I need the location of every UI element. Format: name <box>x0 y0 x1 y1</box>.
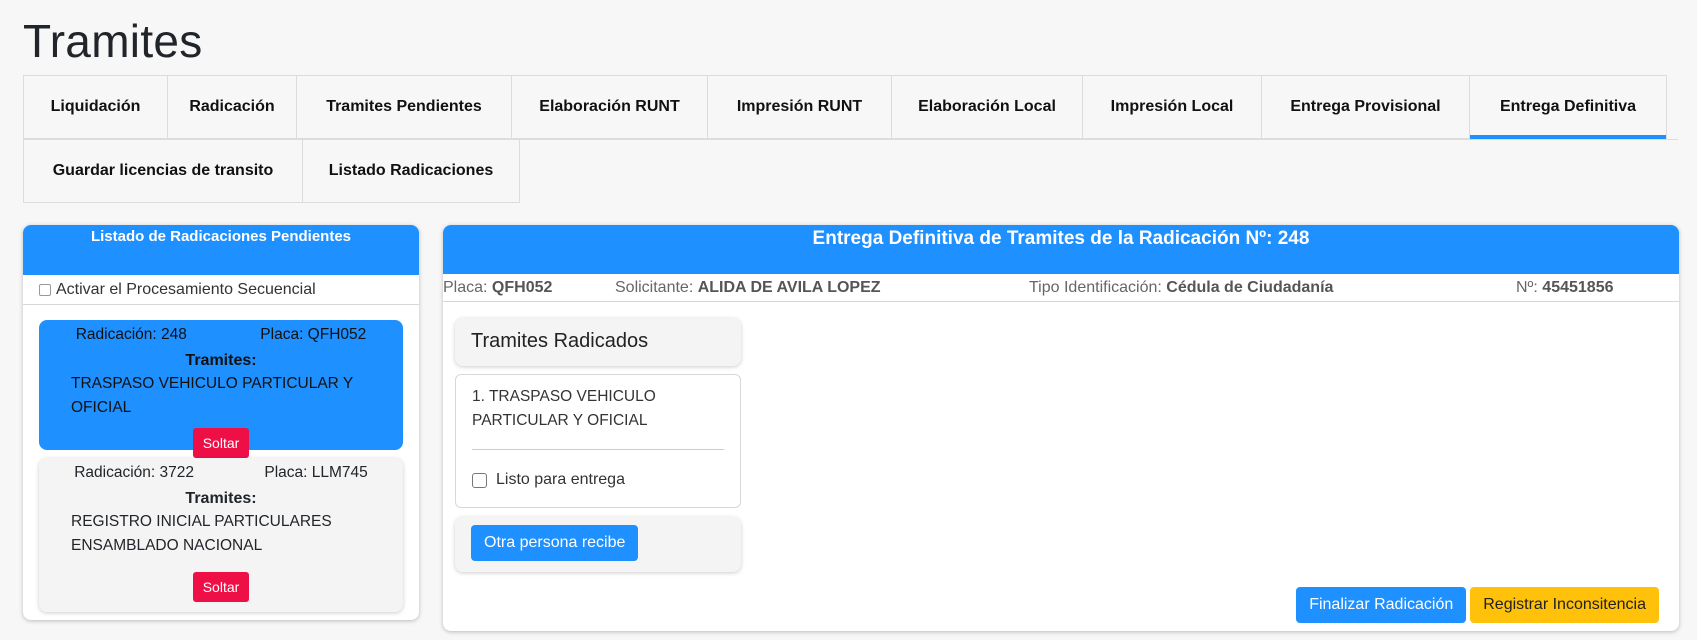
info-placa-label: Placa: <box>443 279 488 296</box>
info-numero: Nº: 45451856 <box>1516 279 1613 297</box>
entrega-panel-header: Entrega Definitiva de Tramites de la Rad… <box>443 225 1679 274</box>
tab-tramites-pendientes[interactable]: Tramites Pendientes <box>296 75 512 139</box>
info-tipo-identificacion: Tipo Identificación: Cédula de Ciudadaní… <box>1029 279 1333 297</box>
info-placa: Placa: QFH052 <box>443 279 552 297</box>
soltar-button[interactable]: Soltar <box>192 572 250 602</box>
radicacion-card[interactable]: Radicación: 3722 Placa: LLM745 Tramites:… <box>39 458 403 612</box>
sequential-processing-toggle[interactable]: Activar el Procesamiento Secuencial <box>23 275 419 305</box>
listo-entrega-label: Listo para entrega <box>496 471 625 488</box>
pending-radicaciones-panel: Listado de Radicaciones Pendientes Activ… <box>23 225 419 620</box>
tramites-radicados-title: Tramites Radicados <box>455 318 741 366</box>
info-numero-value: 45451856 <box>1542 279 1614 296</box>
card-placa: Placa: QFH052 <box>260 326 367 343</box>
info-tipo-value: Cédula de Ciudadanía <box>1166 279 1334 296</box>
info-placa-value: QFH052 <box>491 279 553 296</box>
card-tramites-text: REGISTRO INICIAL PARTICULARES ENSAMBLADO… <box>71 513 332 554</box>
pending-panel-header: Listado de Radicaciones Pendientes <box>23 225 419 275</box>
card-tramites-label: Tramites: <box>185 490 257 507</box>
tab-listado-radicaciones[interactable]: Listado Radicaciones <box>302 139 520 203</box>
otra-persona-card: Otra persona recibe <box>455 517 741 572</box>
entrega-definitiva-panel: Entrega Definitiva de Tramites de la Rad… <box>443 225 1679 631</box>
info-numero-label: Nº: <box>1516 279 1538 296</box>
divider <box>472 449 724 450</box>
tramite-item-text: 1. TRASPASO VEHICULO PARTICULAR Y OFICIA… <box>472 388 656 429</box>
card-radicacion: Radicación: 3722 <box>74 464 194 481</box>
info-solicitante: Solicitante: ALIDA DE AVILA LOPEZ <box>615 279 881 297</box>
radicacion-card-selected[interactable]: Radicación: 248 Placa: QFH052 Tramites: … <box>39 320 403 458</box>
tab-entrega-provisional[interactable]: Entrega Provisional <box>1261 75 1470 139</box>
tab-liquidacion[interactable]: Liquidación <box>23 75 168 139</box>
listo-entrega-toggle[interactable]: Listo para entrega <box>472 468 724 492</box>
otra-persona-button[interactable]: Otra persona recibe <box>471 525 639 561</box>
card-placa: Placa: LLM745 <box>264 464 368 481</box>
card-radicacion: Radicación: 248 <box>75 326 187 343</box>
tab-impresion-local[interactable]: Impresión Local <box>1082 75 1262 139</box>
tab-bar: Liquidación Radicación Tramites Pendient… <box>23 75 1678 204</box>
registrar-inconsistencia-button[interactable]: Registrar Inconsitencia <box>1470 587 1659 623</box>
listo-entrega-checkbox[interactable] <box>472 472 487 488</box>
tab-elaboracion-runt[interactable]: Elaboración RUNT <box>511 75 708 139</box>
soltar-button[interactable]: Soltar <box>192 428 250 458</box>
sequential-checkbox[interactable] <box>39 283 51 296</box>
panel-actions: Finalizar Radicación Registrar Inconsite… <box>1296 587 1659 623</box>
info-solicitante-value: ALIDA DE AVILA LOPEZ <box>697 279 881 296</box>
tab-row-2: Guardar licencias de transito Listado Ra… <box>23 139 1678 204</box>
page-title: Tramites <box>23 15 203 67</box>
tab-entrega-definitiva[interactable]: Entrega Definitiva <box>1469 75 1667 139</box>
card-tramites-text: TRASPASO VEHICULO PARTICULAR Y OFICIAL <box>71 375 353 416</box>
tab-impresion-runt[interactable]: Impresión RUNT <box>707 75 892 139</box>
sequential-label: Activar el Procesamiento Secuencial <box>56 280 316 298</box>
info-solicitante-label: Solicitante: <box>615 279 694 296</box>
tab-guardar-licencias[interactable]: Guardar licencias de transito <box>23 139 303 203</box>
tab-radicacion[interactable]: Radicación <box>167 75 297 139</box>
card-tramites-label: Tramites: <box>185 352 257 369</box>
finalizar-radicacion-button[interactable]: Finalizar Radicación <box>1296 587 1467 623</box>
info-tipo-label: Tipo Identificación: <box>1029 279 1162 296</box>
radicacion-info-row: Placa: QFH052 Solicitante: ALIDA DE AVIL… <box>443 274 1679 302</box>
tramite-item-card: 1. TRASPASO VEHICULO PARTICULAR Y OFICIA… <box>455 374 741 508</box>
tab-row-1: Liquidación Radicación Tramites Pendient… <box>23 75 1678 140</box>
tab-elaboracion-local[interactable]: Elaboración Local <box>891 75 1083 139</box>
